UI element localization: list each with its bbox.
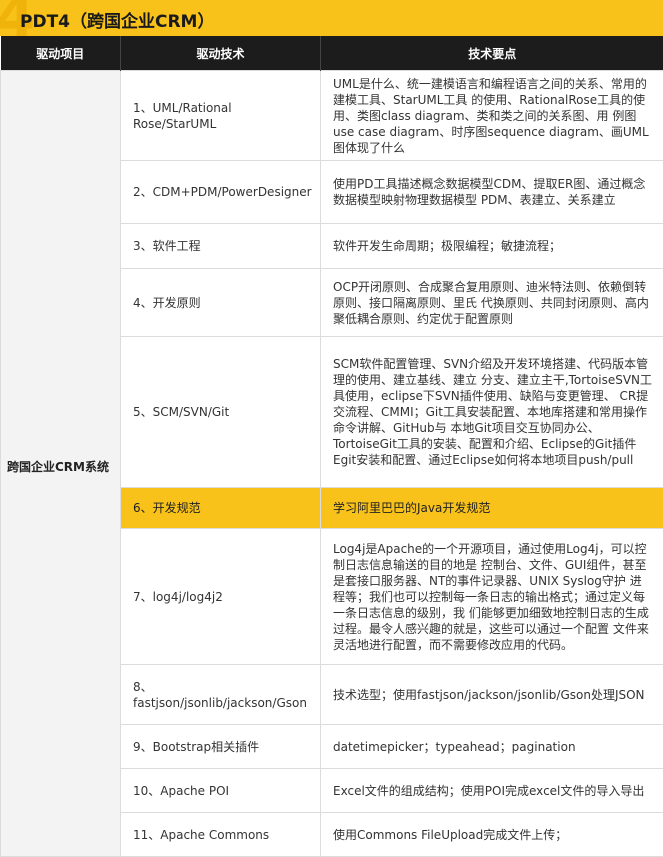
section-banner: 4 PDT4（跨国企业CRM） bbox=[0, 0, 663, 36]
tech-cell: 3、软件工程 bbox=[121, 224, 321, 269]
points-cell: OCP开闭原则、合成聚合复用原则、迪米特法则、依赖倒转原则、接口隔离原则、里氏 … bbox=[321, 269, 663, 337]
table-header-row: 驱动项目 驱动技术 技术要点 bbox=[1, 36, 663, 71]
points-cell: datetimepicker；typeahead；pagination bbox=[321, 725, 663, 769]
points-cell: 技术选型；使用fastjson/jackson/jsonlib/Gson处理JS… bbox=[321, 665, 663, 725]
tech-cell: 1、UML/Rational Rose/StarUML bbox=[121, 71, 321, 161]
tech-cell: 10、Apache POI bbox=[121, 769, 321, 813]
column-header-project: 驱动项目 bbox=[1, 36, 121, 71]
tech-cell: 4、开发原则 bbox=[121, 269, 321, 337]
tech-cell: 9、Bootstrap相关插件 bbox=[121, 725, 321, 769]
project-name-cell: 跨国企业CRM系统 bbox=[1, 71, 121, 857]
project-name: 跨国企业CRM系统 bbox=[7, 460, 109, 474]
column-header-points: 技术要点 bbox=[321, 36, 663, 71]
tech-cell: 11、Apache Commons bbox=[121, 813, 321, 857]
section-title: PDT4（跨国企业CRM） bbox=[20, 7, 214, 32]
course-table: 驱动项目 驱动技术 技术要点 跨国企业CRM系统 1、UML/Rational … bbox=[0, 36, 663, 857]
tech-cell: 8、fastjson/jsonlib/jackson/Gson bbox=[121, 665, 321, 725]
points-cell: 使用Commons FileUpload完成文件上传； bbox=[321, 813, 663, 857]
tech-cell: 5、SCM/SVN/Git bbox=[121, 337, 321, 488]
points-cell: 使用PD工具描述概念数据模型CDM、提取ER图、通过概念数据模型映射物理数据模型… bbox=[321, 161, 663, 224]
points-cell: SCM软件配置管理、SVN介绍及开发环境搭建、代码版本管理的使用、建立基线、建立… bbox=[321, 337, 663, 488]
points-cell: 学习阿里巴巴的Java开发规范 bbox=[321, 488, 663, 529]
points-cell: UML是什么、统一建模语言和编程语言之间的关系、常用的建模工具、StarUML工… bbox=[321, 71, 663, 161]
tech-cell: 7、log4j/log4j2 bbox=[121, 529, 321, 665]
column-header-tech: 驱动技术 bbox=[121, 36, 321, 71]
tech-cell: 6、开发规范 bbox=[121, 488, 321, 529]
table-row: 跨国企业CRM系统 1、UML/Rational Rose/StarUML UM… bbox=[1, 71, 663, 161]
points-cell: Excel文件的组成结构；使用POI完成excel文件的导入导出 bbox=[321, 769, 663, 813]
points-cell: Log4j是Apache的一个开源项目，通过使用Log4j，可以控制日志信息输送… bbox=[321, 529, 663, 665]
points-cell: 软件开发生命周期；极限编程；敏捷流程； bbox=[321, 224, 663, 269]
tech-cell: 2、CDM+PDM/PowerDesigner bbox=[121, 161, 321, 224]
